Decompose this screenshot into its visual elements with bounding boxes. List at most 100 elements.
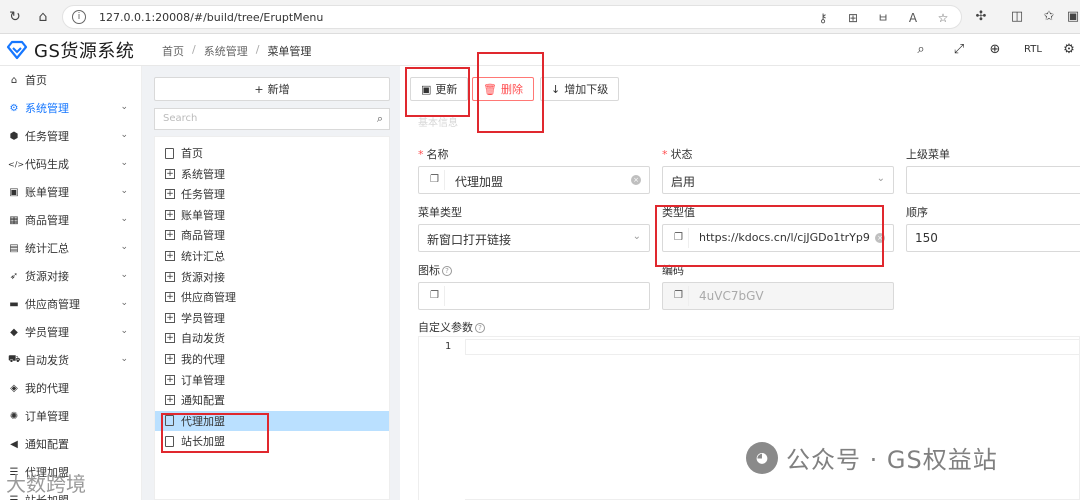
extensions-icon[interactable]: ✣	[972, 8, 990, 26]
read-aloud-icon[interactable]: A	[905, 10, 921, 26]
chevron-down-icon: ⌄	[632, 231, 641, 242]
expand-icon[interactable]: +	[165, 292, 175, 303]
globe-icon[interactable]: ⊕	[986, 41, 1004, 59]
chevron-down-icon: ⌄	[120, 326, 128, 336]
expand-icon[interactable]: +	[165, 271, 175, 282]
breadcrumb-home[interactable]: 首页	[162, 43, 184, 59]
sidebar-item[interactable]: ◀ 通知配置	[0, 430, 142, 458]
copy-icon[interactable]: ❐	[425, 286, 445, 306]
sidebar-item[interactable]: ◆ 学员管理 ⌄	[0, 318, 142, 346]
clear-icon[interactable]: ×	[631, 175, 641, 185]
search-icon[interactable]: ⌕	[912, 41, 930, 59]
copy-icon[interactable]: ❐	[669, 228, 689, 248]
code-field: ❐ 4uVC7bGV	[662, 282, 894, 310]
type-value-field[interactable]: ❐ https://kdocs.cn/l/cjJGDo1trYp9 ×	[662, 224, 894, 252]
sidebar-item-label: 系统管理	[25, 102, 69, 115]
split-screen-icon[interactable]: ◫	[1008, 8, 1026, 26]
tree-node[interactable]: + 我的代理	[165, 349, 225, 369]
sidebar-item[interactable]: ⬢ 任务管理 ⌄	[0, 122, 142, 150]
expand-icon[interactable]: +	[165, 312, 175, 323]
reload-icon[interactable]: ↻	[6, 8, 24, 26]
copy-icon[interactable]: ❐	[669, 286, 689, 306]
editor-line[interactable]	[465, 339, 1080, 355]
icon-field[interactable]: ❐	[418, 282, 650, 310]
site-info-icon[interactable]: i	[72, 10, 86, 24]
translate-icon[interactable]: ㅂ	[875, 10, 891, 26]
line-number: 1	[445, 341, 452, 352]
calendar-icon: ▦	[9, 214, 19, 226]
name-field[interactable]: ❐ 代理加盟 ×	[418, 166, 650, 194]
tree-node[interactable]: + 通知配置	[165, 390, 225, 410]
sidebar-item-label: 学员管理	[25, 326, 69, 339]
sidebar-item[interactable]: ▦ 商品管理 ⌄	[0, 206, 142, 234]
app-logo[interactable]: GS货源系统	[6, 38, 134, 62]
sidebar-item[interactable]: ✺ 订单管理	[0, 402, 142, 430]
sidebar-item[interactable]: </> 代码生成 ⌄	[0, 150, 142, 178]
tree-node[interactable]: + 供应商管理	[165, 287, 236, 307]
rtl-toggle[interactable]: RTL	[1020, 41, 1046, 59]
sidebar-item[interactable]: ⚙ 系统管理 ⌄	[0, 94, 142, 122]
parent-menu-select[interactable]	[906, 166, 1080, 194]
tree-node-label: 供应商管理	[181, 291, 236, 305]
sidebar-item[interactable]: ▣ 账单管理 ⌄	[0, 178, 142, 206]
expand-icon[interactable]: +	[165, 209, 175, 220]
fullscreen-icon[interactable]: ⤢	[950, 41, 968, 59]
sidebar-item[interactable]: ◈ 我的代理	[0, 374, 142, 402]
expand-icon[interactable]: +	[165, 395, 175, 406]
delete-button[interactable]: 🗑︎ 删除	[472, 77, 534, 101]
breadcrumb: 首页 / 系统管理 / 菜单管理	[162, 43, 311, 59]
add-button-label: 新增	[267, 83, 290, 96]
expand-icon[interactable]: +	[165, 168, 175, 179]
clear-icon[interactable]: ×	[875, 233, 885, 243]
address-bar[interactable]: i 127.0.0.1:20008/#/build/tree/EruptMenu…	[62, 5, 962, 29]
tree-node[interactable]: + 订单管理	[165, 370, 225, 390]
expand-icon[interactable]: +	[165, 251, 175, 261]
expand-icon[interactable]: +	[165, 354, 175, 364]
add-child-button[interactable]: ↓ 增加下级	[540, 77, 620, 101]
tree-node[interactable]: + 任务管理	[165, 184, 225, 204]
sidebar-item[interactable]: ⛟ 自动发货 ⌄	[0, 346, 142, 374]
sidebar: ⌂ 首页 ⚙ 系统管理 ⌄ ⬢ 任务管理 ⌄ </> 代码生成 ⌄ ▣ 账单管理 ⌄ ▦ 商品管理 ⌄ ▤ 统计汇总…	[0, 66, 142, 500]
tree-node[interactable]: + 学员管理	[165, 308, 225, 328]
search-icon[interactable]: ⌕	[377, 112, 383, 126]
expand-icon[interactable]: +	[165, 374, 175, 385]
breadcrumb-system[interactable]: 系统管理	[204, 43, 248, 59]
copy-icon[interactable]: ❐	[425, 170, 445, 190]
tree-node[interactable]: 代理加盟	[155, 410, 389, 431]
sidebar-item-label: 自动发货	[25, 354, 69, 367]
status-select[interactable]: 启用 ⌄	[662, 166, 894, 194]
section-title: 基本信息	[418, 118, 458, 129]
update-button[interactable]: ▣ 更新	[410, 77, 469, 101]
tree-node[interactable]: + 货源对接	[165, 267, 225, 287]
collections-icon[interactable]: ▣	[1064, 8, 1080, 26]
sidebar-item[interactable]: ▬ 供应商管理 ⌄	[0, 290, 142, 318]
sidebar-item[interactable]: ⌂ 首页	[0, 66, 142, 94]
tree-node[interactable]: + 账单管理	[165, 205, 225, 225]
add-button[interactable]: + 新增	[154, 77, 390, 101]
sidebar-item-label: 账单管理	[25, 186, 69, 199]
key-icon[interactable]: ⚷	[815, 10, 831, 26]
expand-icon[interactable]: +	[165, 189, 175, 200]
tree-node[interactable]: + 统计汇总	[165, 246, 225, 266]
expand-icon[interactable]: +	[165, 333, 175, 344]
settings-gear-icon[interactable]: ⚙	[1060, 41, 1078, 59]
code-value: 4uVC7bGV	[699, 289, 764, 303]
chevron-down-icon: ⌄	[120, 298, 128, 308]
tree-node[interactable]: + 系统管理	[165, 164, 225, 184]
sidebar-item[interactable]: ▤ 统计汇总 ⌄	[0, 234, 142, 262]
custom-params-editor[interactable]: 1	[418, 336, 1080, 500]
favorites-icon[interactable]: ✩	[1040, 8, 1058, 26]
tree-node[interactable]: + 自动发货	[165, 328, 225, 348]
home-icon[interactable]: ⌂	[34, 8, 52, 26]
sidebar-item[interactable]: ➶ 货源对接 ⌄	[0, 262, 142, 290]
expand-icon[interactable]: +	[165, 230, 175, 241]
table-icon: ▤	[9, 242, 19, 254]
apps-icon[interactable]: ⊞	[845, 10, 861, 26]
tree-node[interactable]: + 商品管理	[165, 225, 225, 245]
tree-node[interactable]: 首页	[165, 143, 203, 163]
favorite-star-icon[interactable]: ☆	[935, 10, 951, 26]
tree-node[interactable]: 站长加盟	[165, 431, 225, 451]
menu-type-select[interactable]: 新窗口打开链接 ⌄	[418, 224, 650, 252]
order-field[interactable]: 150	[906, 224, 1080, 252]
tree-search-input[interactable]: Search ⌕	[154, 108, 390, 130]
